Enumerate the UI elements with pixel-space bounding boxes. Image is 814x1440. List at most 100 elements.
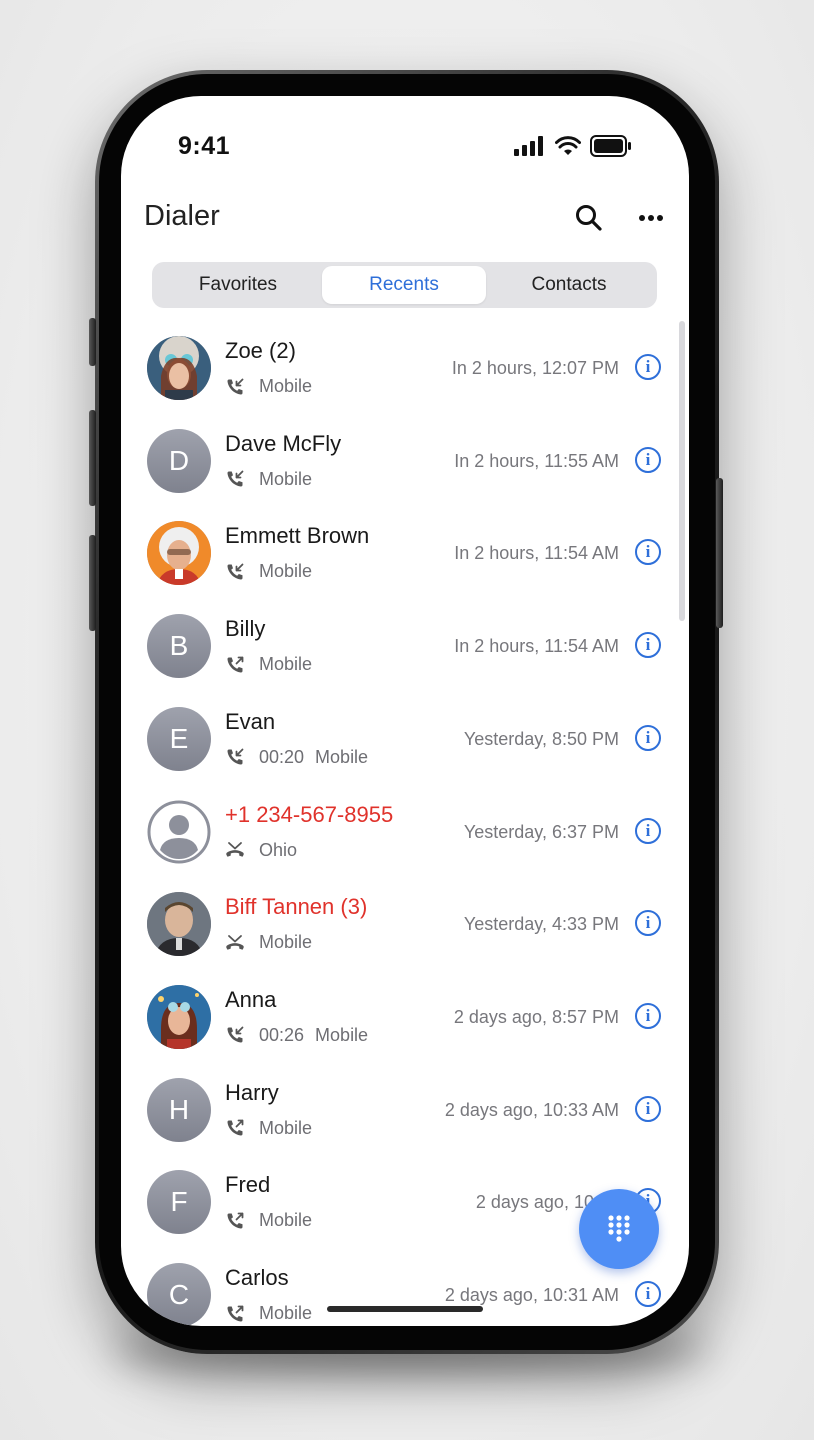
contact-name: Zoe (2) <box>225 338 296 363</box>
more-button[interactable] <box>631 198 671 238</box>
tab-favorites[interactable]: Favorites <box>156 266 320 304</box>
recent-call-row[interactable]: H Harry Mobile 2 days ago, 10:33 AM i <box>121 1064 689 1156</box>
avatar: C <box>147 1263 211 1326</box>
call-time: Yesterday, 6:37 PM <box>463 821 619 842</box>
recent-call-row[interactable]: Zoe (2) Mobile In 2 hours, 12:07 PM i <box>121 322 689 414</box>
number-label: Mobile <box>259 468 313 489</box>
incoming-call-icon <box>225 747 245 767</box>
info-icon[interactable]: i <box>635 632 661 659</box>
tab-recents[interactable]: Recents <box>322 266 486 304</box>
call-duration: 00:26 <box>259 1024 305 1045</box>
cellular-signal-icon <box>514 136 543 156</box>
call-details: Mobile <box>225 654 312 675</box>
call-time: In 2 hours, 11:54 AM <box>454 543 619 564</box>
contact-name: Carlos <box>225 1265 289 1290</box>
info-icon[interactable]: i <box>635 539 661 566</box>
wifi-icon <box>555 136 581 155</box>
call-time: Yesterday, 8:50 PM <box>463 728 619 749</box>
call-details: Mobile <box>225 1118 312 1139</box>
number-label: Mobile <box>259 1303 313 1323</box>
scrollbar[interactable] <box>679 321 685 621</box>
avatar: D <box>147 428 211 493</box>
call-details: Mobile <box>225 1303 312 1324</box>
volume-up-button <box>89 410 96 506</box>
contact-name: Fred <box>225 1172 271 1198</box>
outgoing-call-icon <box>225 1304 245 1324</box>
contact-name: Emmett Brown <box>225 523 370 549</box>
incoming-call-icon <box>225 377 245 397</box>
contact-name: Dave McFly <box>225 430 342 456</box>
tab-bar: Favorites Recents Contacts <box>152 262 657 308</box>
call-time: 2 days ago, 10:33 AM <box>444 1099 619 1120</box>
call-details: 00:20 Mobile <box>225 747 368 768</box>
call-details: Mobile <box>225 561 312 582</box>
power-button <box>716 478 723 628</box>
outgoing-call-icon <box>225 655 245 675</box>
volume-down-button <box>89 535 96 631</box>
page-title: Dialer <box>144 200 220 232</box>
info-icon[interactable]: i <box>635 446 661 473</box>
recent-call-row[interactable]: Biff Tannen (3) Mobile Yesterday, 4:33 PM i <box>121 878 689 970</box>
recent-call-row[interactable]: E Evan 00:20 Mobile Yesterday, 8:50 PM i <box>121 693 689 785</box>
call-details: Ohio <box>225 840 297 861</box>
contact-name: Anna <box>225 986 277 1012</box>
status-time: 9:41 <box>178 132 231 160</box>
number-label: Mobile <box>259 561 313 582</box>
info-icon[interactable]: i <box>635 1095 661 1122</box>
call-time: 2 days ago, 10:31 AM <box>444 1285 619 1305</box>
contact-name: Evan <box>225 708 276 734</box>
avatar <box>147 892 211 957</box>
recent-call-row[interactable]: Anna 00:26 Mobile 2 days ago, 8:57 PM i <box>121 971 689 1063</box>
avatar: H <box>147 1077 211 1142</box>
call-details: Mobile <box>225 1210 312 1231</box>
number-label: Mobile <box>259 654 313 675</box>
dialpad-icon <box>608 1215 630 1242</box>
number-label: Mobile <box>259 1117 313 1138</box>
recent-call-row[interactable]: D Dave McFly Mobile In 2 hours, 11:55 AM i <box>121 415 689 507</box>
contact-name: Billy <box>225 616 266 642</box>
avatar: E <box>147 706 211 771</box>
app-header: Dialer <box>121 186 689 246</box>
avatar <box>147 521 211 586</box>
info-icon[interactable]: i <box>635 817 661 844</box>
avatar <box>147 984 211 1049</box>
number-label: Mobile <box>315 746 369 767</box>
avatar <box>147 336 211 400</box>
contact-name: Biff Tannen (3) <box>225 894 368 920</box>
avatar <box>147 800 211 864</box>
number-label: Mobile <box>259 1210 313 1231</box>
status-bar: 9:41 <box>121 96 689 176</box>
search-button[interactable] <box>569 198 609 238</box>
call-details: Mobile <box>225 376 312 397</box>
outgoing-call-icon <box>225 1211 245 1231</box>
number-label: Mobile <box>259 932 313 953</box>
search-icon <box>576 205 602 231</box>
recent-call-row[interactable]: Emmett Brown Mobile In 2 hours, 11:54 AM i <box>121 507 689 599</box>
call-time: Yesterday, 4:33 PM <box>463 914 619 935</box>
call-duration: 00:20 <box>259 746 305 767</box>
info-icon[interactable]: i <box>635 910 661 937</box>
info-icon[interactable]: i <box>635 1002 661 1029</box>
missed-call-icon <box>225 840 245 860</box>
action-button <box>89 318 96 366</box>
dialpad-button[interactable] <box>579 1189 659 1269</box>
outgoing-call-icon <box>225 1118 245 1138</box>
incoming-call-icon <box>225 469 245 489</box>
info-icon[interactable]: i <box>635 724 661 751</box>
call-time: In 2 hours, 12:07 PM <box>451 358 619 378</box>
call-time: In 2 hours, 11:55 AM <box>454 450 619 471</box>
number-label: Mobile <box>259 376 313 396</box>
recent-call-row[interactable]: B Billy Mobile In 2 hours, 11:54 AM i <box>121 600 689 692</box>
contact-name: Harry <box>225 1079 279 1105</box>
home-indicator <box>327 1306 483 1312</box>
info-icon[interactable]: i <box>635 1281 661 1307</box>
battery-icon <box>590 135 631 157</box>
call-details: Mobile <box>225 932 312 953</box>
tab-contacts[interactable]: Contacts <box>487 266 651 304</box>
avatar: F <box>147 1170 211 1235</box>
info-icon[interactable]: i <box>635 354 661 380</box>
more-horizontal-icon <box>639 215 663 221</box>
missed-call-icon <box>225 933 245 953</box>
recent-call-row[interactable]: +1 234-567-8955 Ohio Yesterday, 6:37 PM i <box>121 786 689 878</box>
call-time: 2 days ago, 8:57 PM <box>453 1006 619 1027</box>
